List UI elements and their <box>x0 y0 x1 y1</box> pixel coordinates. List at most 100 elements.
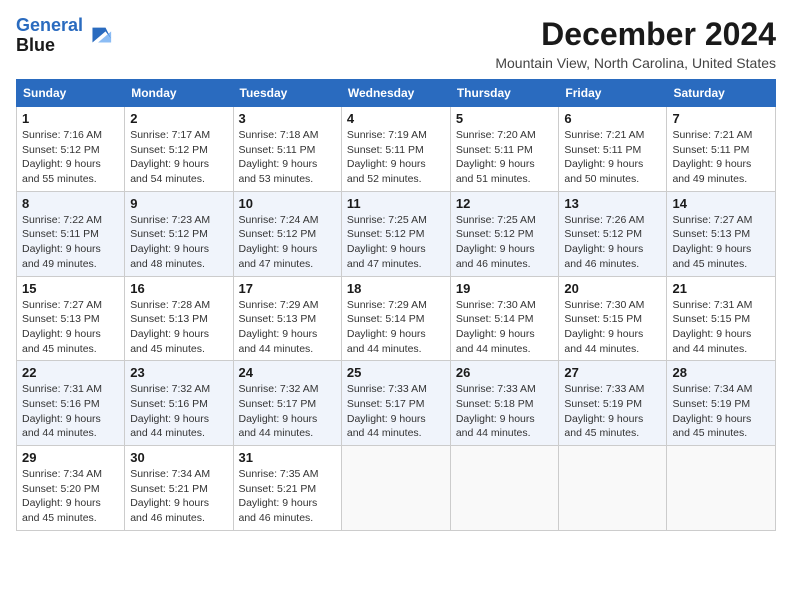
calendar-week-row: 8Sunrise: 7:22 AMSunset: 5:11 PMDaylight… <box>17 191 776 276</box>
day-number: 16 <box>130 281 227 296</box>
day-number: 20 <box>564 281 661 296</box>
table-row: 13Sunrise: 7:26 AMSunset: 5:12 PMDayligh… <box>559 191 667 276</box>
day-detail: Sunrise: 7:19 AMSunset: 5:11 PMDaylight:… <box>347 128 445 187</box>
table-row: 26 Sunrise: 7:33 AMSunset: 5:18 PMDayligh… <box>450 361 559 446</box>
table-row: 23 Sunrise: 7:32 AMSunset: 5:16 PMDayligh… <box>125 361 233 446</box>
col-friday: Friday <box>559 80 667 107</box>
calendar-week-row: 15Sunrise: 7:27 AMSunset: 5:13 PMDayligh… <box>17 276 776 361</box>
day-number: 5 <box>456 111 554 126</box>
day-detail: Sunrise: 7:34 AMSunset: 5:20 PMDaylight:… <box>22 467 119 526</box>
table-row: 20 Sunrise: 7:30 AMSunset: 5:15 PMDayligh… <box>559 276 667 361</box>
table-row: 14 Sunrise: 7:27 AMSunset: 5:13 PMDayligh… <box>667 191 776 276</box>
day-detail: Sunrise: 7:27 AMSunset: 5:13 PMDaylight:… <box>22 298 119 357</box>
day-number: 24 <box>239 365 336 380</box>
day-detail: Sunrise: 7:30 AMSunset: 5:14 PMDaylight:… <box>456 298 554 357</box>
table-row: 21Sunrise: 7:31 AMSunset: 5:15 PMDayligh… <box>667 276 776 361</box>
day-number: 7 <box>672 111 770 126</box>
day-detail: Sunrise: 7:33 AMSunset: 5:17 PMDaylight:… <box>347 382 445 441</box>
table-row: 3 Sunrise: 7:18 AMSunset: 5:11 PMDaylight… <box>233 107 341 192</box>
table-row <box>559 446 667 531</box>
day-number: 29 <box>22 450 119 465</box>
day-detail: Sunrise: 7:31 AMSunset: 5:16 PMDaylight:… <box>22 382 119 441</box>
day-detail: Sunrise: 7:20 AMSunset: 5:11 PMDaylight:… <box>456 128 554 187</box>
day-number: 6 <box>564 111 661 126</box>
table-row: 6 Sunrise: 7:21 AMSunset: 5:11 PMDaylight… <box>559 107 667 192</box>
col-tuesday: Tuesday <box>233 80 341 107</box>
day-detail: Sunrise: 7:33 AMSunset: 5:18 PMDaylight:… <box>456 382 554 441</box>
day-number: 23 <box>130 365 227 380</box>
table-row: 30Sunrise: 7:34 AMSunset: 5:21 PMDayligh… <box>125 446 233 531</box>
day-number: 10 <box>239 196 336 211</box>
calendar-week-row: 22 Sunrise: 7:31 AMSunset: 5:16 PMDayligh… <box>17 361 776 446</box>
calendar-week-row: 29 Sunrise: 7:34 AMSunset: 5:20 PMDayligh… <box>17 446 776 531</box>
day-detail: Sunrise: 7:32 AMSunset: 5:16 PMDaylight:… <box>130 382 227 441</box>
table-row: 31Sunrise: 7:35 AMSunset: 5:21 PMDayligh… <box>233 446 341 531</box>
day-detail: Sunrise: 7:21 AMSunset: 5:11 PMDaylight:… <box>564 128 661 187</box>
day-detail: Sunrise: 7:32 AMSunset: 5:17 PMDaylight:… <box>239 382 336 441</box>
day-detail: Sunrise: 7:23 AMSunset: 5:12 PMDaylight:… <box>130 213 227 272</box>
table-row: 8Sunrise: 7:22 AMSunset: 5:11 PMDaylight… <box>17 191 125 276</box>
col-saturday: Saturday <box>667 80 776 107</box>
location-title: Mountain View, North Carolina, United St… <box>495 55 776 71</box>
day-detail: Sunrise: 7:17 AMSunset: 5:12 PMDaylight:… <box>130 128 227 187</box>
day-number: 11 <box>347 196 445 211</box>
day-number: 19 <box>456 281 554 296</box>
table-row: 12 Sunrise: 7:25 AMSunset: 5:12 PMDayligh… <box>450 191 559 276</box>
day-detail: Sunrise: 7:18 AMSunset: 5:11 PMDaylight:… <box>239 128 336 187</box>
calendar-header-row: Sunday Monday Tuesday Wednesday Thursday… <box>17 80 776 107</box>
table-row: 7 Sunrise: 7:21 AMSunset: 5:11 PMDaylight… <box>667 107 776 192</box>
day-number: 2 <box>130 111 227 126</box>
month-title: December 2024 <box>495 16 776 53</box>
table-row: 11 Sunrise: 7:25 AMSunset: 5:12 PMDayligh… <box>341 191 450 276</box>
table-row: 16Sunrise: 7:28 AMSunset: 5:13 PMDayligh… <box>125 276 233 361</box>
logo: GeneralBlue <box>16 16 113 56</box>
table-row: 9Sunrise: 7:23 AMSunset: 5:12 PMDaylight… <box>125 191 233 276</box>
day-detail: Sunrise: 7:30 AMSunset: 5:15 PMDaylight:… <box>564 298 661 357</box>
day-number: 21 <box>672 281 770 296</box>
table-row: 1Sunrise: 7:16 AMSunset: 5:12 PMDaylight… <box>17 107 125 192</box>
day-detail: Sunrise: 7:25 AMSunset: 5:12 PMDaylight:… <box>347 213 445 272</box>
day-number: 30 <box>130 450 227 465</box>
day-number: 8 <box>22 196 119 211</box>
day-detail: Sunrise: 7:29 AMSunset: 5:13 PMDaylight:… <box>239 298 336 357</box>
day-number: 1 <box>22 111 119 126</box>
day-number: 31 <box>239 450 336 465</box>
table-row: 19 Sunrise: 7:30 AMSunset: 5:14 PMDayligh… <box>450 276 559 361</box>
table-row: 22 Sunrise: 7:31 AMSunset: 5:16 PMDayligh… <box>17 361 125 446</box>
table-row <box>667 446 776 531</box>
table-row: 4 Sunrise: 7:19 AMSunset: 5:11 PMDaylight… <box>341 107 450 192</box>
day-number: 25 <box>347 365 445 380</box>
col-thursday: Thursday <box>450 80 559 107</box>
calendar-table: Sunday Monday Tuesday Wednesday Thursday… <box>16 79 776 531</box>
table-row: 15Sunrise: 7:27 AMSunset: 5:13 PMDayligh… <box>17 276 125 361</box>
day-number: 17 <box>239 281 336 296</box>
table-row <box>341 446 450 531</box>
day-detail: Sunrise: 7:33 AMSunset: 5:19 PMDaylight:… <box>564 382 661 441</box>
table-row: 24 Sunrise: 7:32 AMSunset: 5:17 PMDayligh… <box>233 361 341 446</box>
logo-text: GeneralBlue <box>16 16 83 56</box>
day-detail: Sunrise: 7:27 AMSunset: 5:13 PMDaylight:… <box>672 213 770 272</box>
table-row: 27 Sunrise: 7:33 AMSunset: 5:19 PMDayligh… <box>559 361 667 446</box>
day-number: 12 <box>456 196 554 211</box>
day-number: 28 <box>672 365 770 380</box>
day-number: 13 <box>564 196 661 211</box>
day-number: 26 <box>456 365 554 380</box>
day-number: 22 <box>22 365 119 380</box>
day-detail: Sunrise: 7:24 AMSunset: 5:12 PMDaylight:… <box>239 213 336 272</box>
day-detail: Sunrise: 7:29 AMSunset: 5:14 PMDaylight:… <box>347 298 445 357</box>
day-number: 14 <box>672 196 770 211</box>
header: GeneralBlue December 2024 Mountain View,… <box>16 16 776 71</box>
col-sunday: Sunday <box>17 80 125 107</box>
table-row: 5 Sunrise: 7:20 AMSunset: 5:11 PMDaylight… <box>450 107 559 192</box>
day-detail: Sunrise: 7:25 AMSunset: 5:12 PMDaylight:… <box>456 213 554 272</box>
col-monday: Monday <box>125 80 233 107</box>
table-row <box>450 446 559 531</box>
table-row: 29 Sunrise: 7:34 AMSunset: 5:20 PMDayligh… <box>17 446 125 531</box>
day-number: 3 <box>239 111 336 126</box>
table-row: 2 Sunrise: 7:17 AMSunset: 5:12 PMDaylight… <box>125 107 233 192</box>
day-detail: Sunrise: 7:21 AMSunset: 5:11 PMDaylight:… <box>672 128 770 187</box>
day-number: 4 <box>347 111 445 126</box>
table-row: 10 Sunrise: 7:24 AMSunset: 5:12 PMDayligh… <box>233 191 341 276</box>
table-row: 28Sunrise: 7:34 AMSunset: 5:19 PMDayligh… <box>667 361 776 446</box>
day-number: 27 <box>564 365 661 380</box>
